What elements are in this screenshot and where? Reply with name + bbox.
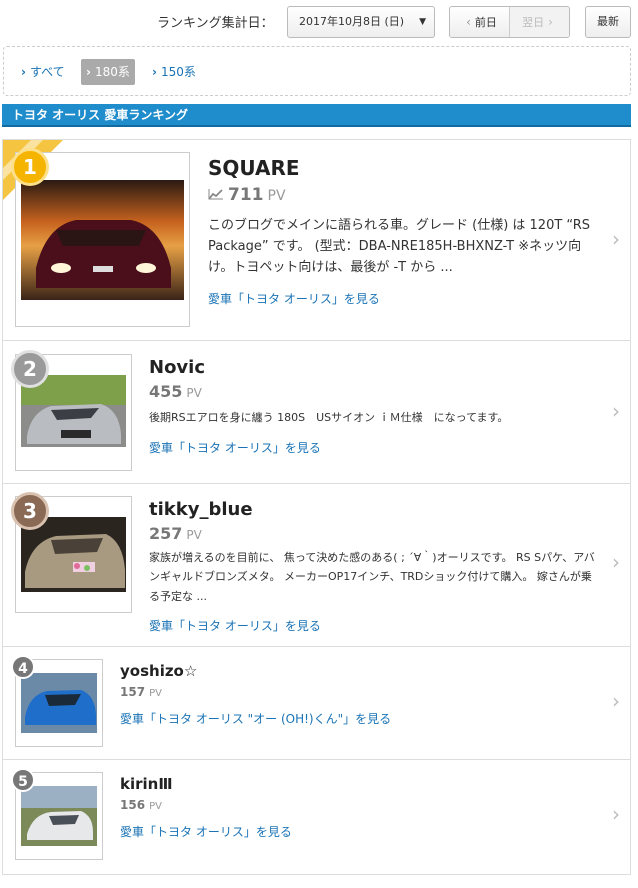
- username[interactable]: Novic: [149, 357, 205, 378]
- view-car-link[interactable]: 愛車「トヨタ オーリス」を見る: [208, 290, 380, 307]
- rank-medal-silver-icon: 2: [11, 350, 49, 388]
- chevron-right-icon[interactable]: ›: [612, 802, 620, 826]
- latest-button[interactable]: 最新: [585, 6, 631, 38]
- pv-value: 257: [149, 524, 183, 543]
- pv-unit: PV: [186, 528, 202, 542]
- ranking-list: 1 SQUARE 711 PV このブログでメインに語られる車。グレード (仕様)…: [2, 139, 631, 875]
- day-navigation: ‹ 前日 翌日 ›: [449, 6, 570, 38]
- rank-medal-gold-icon: 1: [11, 148, 49, 186]
- ranking-item-2[interactable]: 2 Novic 455 PV 後期RSエアロを身に纏う 180S USサイオン ｉ…: [3, 341, 630, 484]
- pv-unit: PV: [267, 188, 286, 204]
- username[interactable]: SQUARE: [208, 156, 300, 180]
- filter-150-series[interactable]: › 150系: [147, 59, 201, 85]
- pv-value: 156: [120, 798, 146, 812]
- chevron-right-icon: ›: [86, 65, 91, 79]
- username[interactable]: kirinⅢ: [120, 775, 173, 793]
- chevron-left-icon: ‹: [466, 15, 471, 29]
- rank-number: 1: [23, 155, 37, 179]
- ranking-item-4[interactable]: 4 yoshizo☆ 157 PV 愛車「トヨタ オーリス "オー (OH!)くん…: [3, 647, 630, 760]
- chevron-right-icon[interactable]: ›: [612, 399, 620, 423]
- ranking-item-5[interactable]: 5 kirinⅢ 156 PV 愛車「トヨタ オーリス」を見る ›: [3, 760, 630, 874]
- ranking-date-label: ランキング集計日：: [157, 16, 274, 31]
- dropdown-caret-icon: ▼: [419, 17, 426, 27]
- filter-180-series[interactable]: › 180系: [81, 59, 135, 85]
- pv-unit: PV: [186, 386, 202, 400]
- ranking-date-value: 2017年10月8日 (日): [299, 15, 405, 28]
- username[interactable]: yoshizo☆: [120, 662, 197, 680]
- car-description: このブログでメインに語られる車。グレード (仕様) は 120T “RS Pac…: [208, 218, 591, 275]
- page-views: 156 PV: [120, 798, 162, 812]
- filter-all-label: すべて: [29, 65, 65, 79]
- pv-unit: PV: [149, 801, 162, 812]
- car-description: 家族が増えるのを目前に、 焦って決めた感のある( ; ´∀｀)オーリスです。 R…: [149, 551, 595, 603]
- rank-number: 4: [18, 661, 28, 677]
- chevron-right-icon: ›: [152, 65, 157, 79]
- pv-value: 711: [228, 185, 264, 205]
- car-image: [21, 180, 184, 300]
- page-views: 157 PV: [120, 685, 162, 699]
- next-day-label: 翌日: [522, 16, 545, 29]
- trend-up-icon: [208, 189, 223, 200]
- ranking-item-1[interactable]: 1 SQUARE 711 PV このブログでメインに語られる車。グレード (仕様)…: [3, 140, 630, 341]
- filter-all[interactable]: › すべて: [16, 59, 70, 85]
- chevron-right-icon[interactable]: ›: [612, 227, 620, 251]
- chevron-right-icon: ›: [21, 65, 26, 79]
- page-views: 257 PV: [149, 524, 202, 543]
- prev-day-button[interactable]: ‹ 前日: [450, 7, 509, 37]
- filter-150-label: 150系: [160, 65, 196, 79]
- car-image: [21, 673, 97, 733]
- rank-medal-bronze-icon: 3: [11, 492, 49, 530]
- rank-badge: 4: [11, 655, 35, 679]
- rank-number: 2: [23, 357, 37, 381]
- rank-number: 3: [23, 499, 37, 523]
- chevron-right-icon[interactable]: ›: [612, 550, 620, 574]
- username[interactable]: tikky_blue: [149, 499, 253, 520]
- filter-180-label: 180系: [94, 65, 130, 79]
- pv-value: 157: [120, 685, 146, 699]
- ranking-item-3[interactable]: 3 tikky_blue 257 PV 家族が増えるのを目前に、 焦って決めた感の…: [3, 484, 630, 647]
- pv-unit: PV: [149, 688, 162, 699]
- pv-value: 455: [149, 382, 183, 401]
- prev-day-label: 前日: [474, 16, 497, 29]
- view-car-link[interactable]: 愛車「トヨタ オーリス」を見る: [149, 439, 321, 456]
- car-image: [21, 786, 97, 846]
- car-description: 後期RSエアロを身に纏う 180S USサイオン ｉＭ仕様 になってます。: [149, 411, 509, 424]
- chevron-right-icon: ›: [548, 15, 553, 29]
- view-car-link[interactable]: 愛車「トヨタ オーリス "オー (OH!)くん"」を見る: [120, 710, 391, 727]
- series-filter-bar: › すべて › 180系 › 150系: [3, 46, 631, 96]
- section-title: トヨタ オーリス 愛車ランキング: [2, 104, 631, 127]
- view-car-link[interactable]: 愛車「トヨタ オーリス」を見る: [149, 617, 321, 634]
- view-car-link[interactable]: 愛車「トヨタ オーリス」を見る: [120, 823, 292, 840]
- ranking-date-select[interactable]: 2017年10月8日 (日) ▼: [287, 6, 435, 38]
- rank-badge: 5: [11, 768, 35, 792]
- ranking-date-bar: ランキング集計日： 2017年10月8日 (日) ▼ ‹ 前日 翌日 › 最新: [0, 6, 638, 38]
- page-views: 711 PV: [208, 185, 286, 205]
- chevron-right-icon[interactable]: ›: [612, 689, 620, 713]
- page-views: 455 PV: [149, 382, 202, 401]
- next-day-button: 翌日 ›: [509, 7, 569, 37]
- rank-number: 5: [18, 774, 28, 790]
